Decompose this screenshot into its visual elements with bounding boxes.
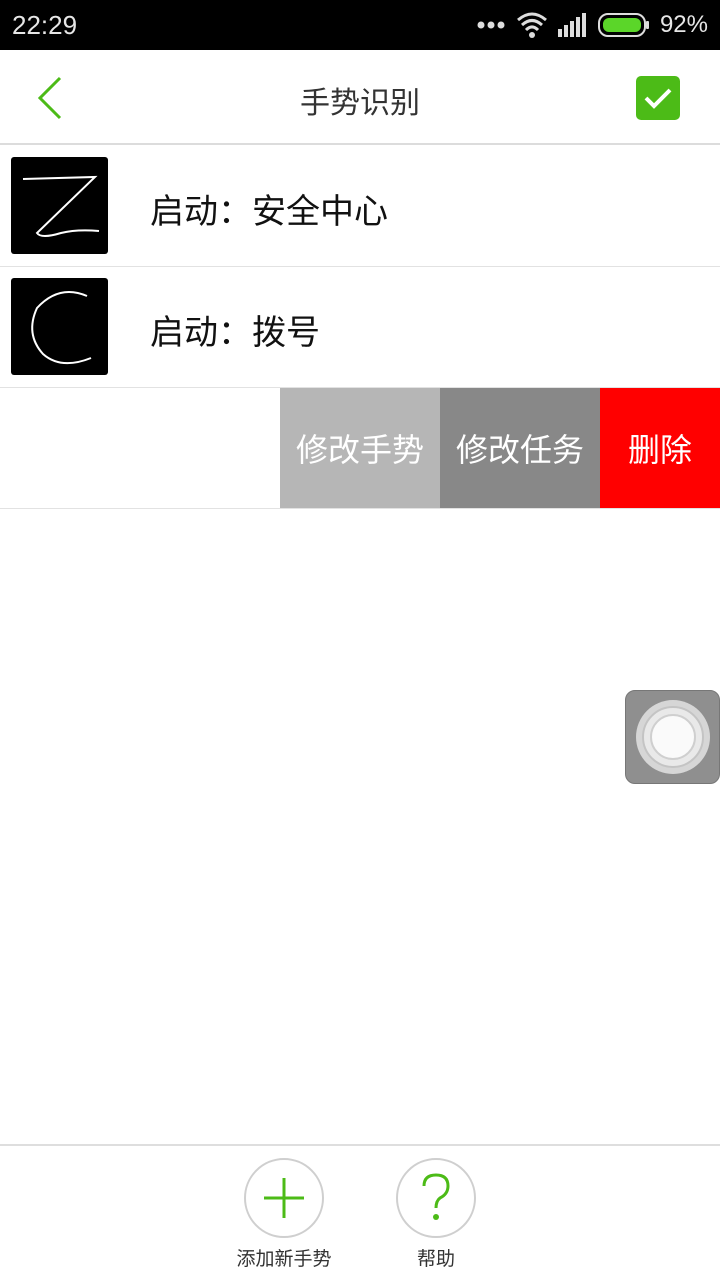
bottom-bar: 添加新手势 帮助 xyxy=(0,1144,720,1280)
plus-icon xyxy=(264,1178,304,1218)
gesture-row[interactable]: 启动：拨号 xyxy=(0,267,720,388)
check-icon xyxy=(644,88,672,109)
gesture-label: 启动：拨号 xyxy=(150,313,320,353)
help-label: 帮助 xyxy=(416,1248,455,1270)
help-button[interactable] xyxy=(396,1158,476,1238)
title-bar: 手势识别 xyxy=(0,50,720,145)
add-gesture-label: 添加新手势 xyxy=(236,1248,332,1270)
edit-task-button[interactable]: 修改任务 xyxy=(440,388,600,508)
confirm-button[interactable] xyxy=(636,76,680,120)
add-gesture-button[interactable] xyxy=(244,1158,324,1238)
assistive-touch-icon xyxy=(635,700,710,774)
signal-icon xyxy=(557,13,586,37)
wifi-icon xyxy=(516,12,547,38)
gesture-row[interactable]: 启动：安全中心 xyxy=(0,146,720,267)
gesture-z-icon xyxy=(22,175,100,237)
gesture-thumbnail xyxy=(11,278,108,375)
gesture-label: 启动：安全中心 xyxy=(150,192,388,232)
assistive-touch-button[interactable] xyxy=(625,690,720,784)
status-icons: 92% xyxy=(476,8,708,42)
gesture-thumbnail xyxy=(11,157,108,254)
status-time: 22:29 xyxy=(12,10,78,40)
question-icon xyxy=(422,1173,450,1220)
page-title: 手势识别 xyxy=(300,86,420,121)
battery-percent: 92% xyxy=(659,11,708,38)
battery-icon xyxy=(597,13,649,37)
more-dots-icon xyxy=(477,21,505,29)
edit-gesture-button[interactable]: 修改手势 xyxy=(280,388,440,508)
gesture-c-icon xyxy=(31,291,92,365)
delete-button[interactable]: 删除 xyxy=(600,388,720,508)
gesture-row-swiped: 修改手势 修改任务 删除 xyxy=(0,388,720,509)
status-bar: 22:29 92% xyxy=(0,0,720,50)
